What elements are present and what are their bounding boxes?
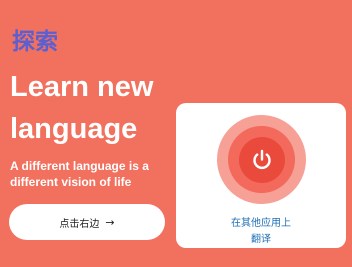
card-caption[interactable]: 在其他应用上 翻译 [176, 216, 346, 248]
power-icon [252, 149, 271, 169]
card-caption-line2: 翻译 [251, 234, 271, 245]
hero-subtitle: A different language is a different visi… [10, 159, 149, 189]
click-right-button[interactable]: 点击右边 → [9, 204, 165, 240]
click-right-label: 点击右边 [59, 218, 100, 230]
hero-title-line2: language [10, 113, 138, 145]
card-caption-line1: 在其他应用上 [231, 218, 291, 229]
page-title: 探索 [12, 29, 58, 55]
translate-in-other-apps-card[interactable]: 在其他应用上 翻译 [176, 103, 346, 248]
hero-title: Learn new language [10, 66, 180, 150]
hero-title-line1: Learn new [10, 71, 154, 103]
power-toggle-button[interactable] [217, 115, 306, 204]
power-toggle-ring [228, 126, 295, 193]
power-toggle-core [238, 136, 285, 183]
arrow-right-icon: → [105, 215, 115, 229]
